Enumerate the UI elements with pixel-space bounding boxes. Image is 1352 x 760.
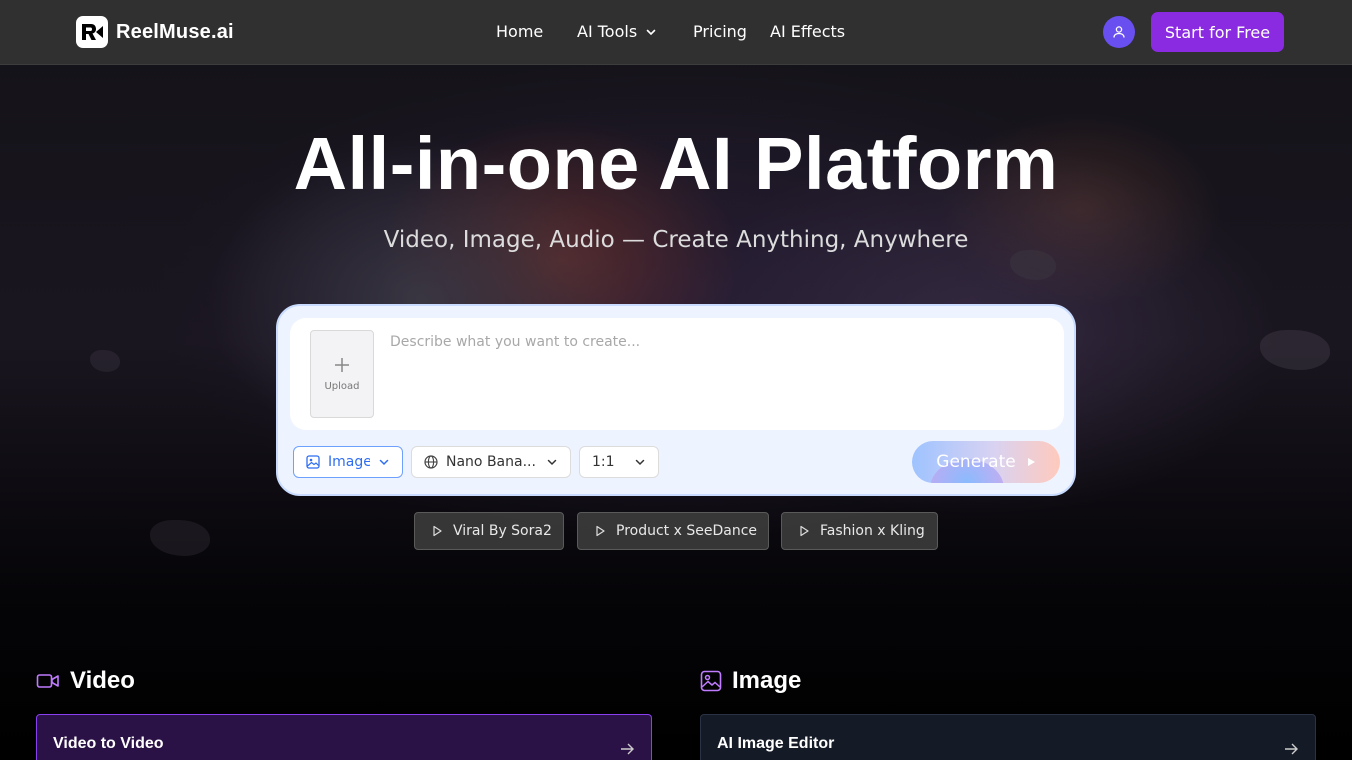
- image-section-header: Image: [700, 667, 801, 695]
- nav-ai-effects[interactable]: AI Effects: [770, 21, 845, 43]
- video-to-video-card[interactable]: Video to Video: [36, 714, 652, 760]
- model-value: Nano Bana...: [446, 454, 536, 470]
- chevron-down-icon: [547, 459, 557, 466]
- nav-ai-tools[interactable]: AI Tools: [577, 21, 657, 43]
- ratio-value: 1:1: [592, 454, 615, 470]
- nav-links: Home AI Tools Pricing AI Effects: [0, 21, 1352, 45]
- upload-label: Upload: [324, 380, 360, 392]
- generate-button[interactable]: Generate: [912, 441, 1060, 483]
- mode-select[interactable]: Image: [293, 446, 403, 478]
- prompt-input[interactable]: [390, 334, 1030, 414]
- page-title: All-in-one AI Platform: [293, 122, 1059, 205]
- globe-icon: [424, 455, 438, 469]
- template-label: Fashion x Kling: [820, 523, 925, 539]
- image-section-title: Image: [732, 667, 802, 694]
- template-label: Product x SeeDance: [616, 523, 757, 539]
- arrow-right-icon: [1285, 743, 1298, 755]
- play-icon: [1026, 452, 1036, 472]
- play-icon: [800, 525, 809, 537]
- model-select[interactable]: Nano Bana...: [411, 446, 571, 478]
- chevron-down-icon: [635, 459, 645, 466]
- ai-image-editor-card[interactable]: AI Image Editor: [700, 714, 1316, 760]
- user-avatar-button[interactable]: [1103, 16, 1135, 48]
- nav-pricing[interactable]: Pricing: [693, 21, 747, 43]
- start-free-button[interactable]: Start for Free: [1151, 12, 1284, 52]
- video-camera-icon: [36, 674, 59, 688]
- template-chip[interactable]: Product x SeeDance: [577, 512, 769, 550]
- video-section-title: Video: [70, 667, 135, 694]
- top-navbar: ReelMuse.ai Home AI Tools Pricing AI Eff…: [0, 0, 1352, 65]
- template-label: Viral By Sora2: [453, 523, 552, 539]
- nav-home[interactable]: Home: [496, 21, 543, 43]
- play-icon: [433, 525, 442, 537]
- user-icon: [1113, 26, 1125, 38]
- page-subtitle: Video, Image, Audio — Create Anything, A…: [383, 227, 969, 253]
- template-chip[interactable]: Viral By Sora2: [414, 512, 564, 550]
- image-icon: [700, 670, 722, 692]
- chevron-down-icon: [379, 459, 389, 466]
- prompt-panel: Upload Image Nano Bana... 1:1 Generate: [276, 304, 1076, 496]
- plus-icon: [335, 357, 349, 372]
- upload-button[interactable]: Upload: [310, 330, 374, 418]
- chevron-down-icon: [646, 29, 656, 36]
- feature-card-title: Video to Video: [53, 735, 164, 752]
- generate-label: Generate: [936, 452, 1016, 472]
- ratio-select[interactable]: 1:1: [579, 446, 659, 478]
- template-chip[interactable]: Fashion x Kling: [781, 512, 938, 550]
- arrow-right-icon: [621, 743, 634, 755]
- video-section-header: Video: [36, 667, 135, 695]
- play-icon: [596, 525, 605, 537]
- mode-value: Image: [328, 454, 370, 470]
- prompt-area: Upload: [290, 318, 1064, 430]
- feature-card-title: AI Image Editor: [717, 735, 835, 752]
- image-icon: [306, 455, 320, 469]
- nav-ai-tools-label: AI Tools: [577, 22, 638, 41]
